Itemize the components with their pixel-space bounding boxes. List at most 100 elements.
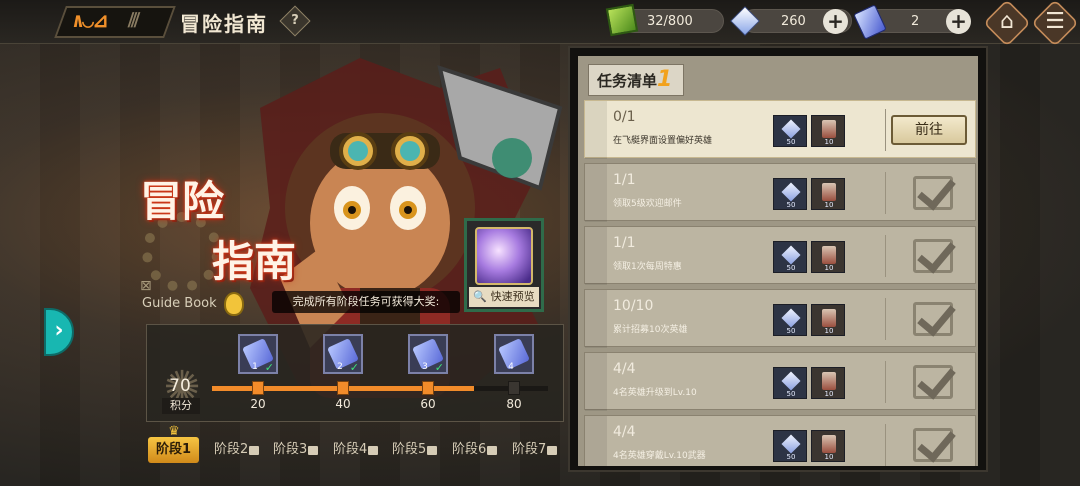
stage-tab-4[interactable]: 阶段4 — [333, 437, 379, 463]
task-description: 在飞艇界面设置偏好英雄 — [613, 136, 713, 146]
crystal-icon — [781, 308, 801, 328]
task-row-emblem — [585, 416, 607, 466]
task-description: 4名英雄穿戴Lv.10武器 — [613, 451, 706, 461]
claimed-check-icon: ✓ — [434, 361, 444, 374]
stage-tab-2[interactable]: 阶段2 — [214, 437, 260, 463]
grand-reward-note: 完成所有阶段任务可获得大奖: — [272, 291, 460, 313]
stage-tab-6[interactable]: 阶段6 — [452, 437, 498, 463]
task-progress: 4/4 — [613, 361, 636, 377]
task-progress: 4/4 — [613, 424, 636, 440]
stage-tab-label: 阶段3 — [273, 442, 308, 457]
reward-scroll-slot[interactable]: 10 — [811, 115, 845, 147]
reward-count: 10 — [824, 453, 834, 461]
row-divider — [885, 235, 886, 277]
add-ticket-button[interactable]: + — [946, 9, 971, 34]
milestone-reward[interactable]: 2 ✓ — [323, 334, 363, 374]
reward-crystal-slot[interactable]: 50 — [773, 178, 807, 210]
reward-count: 10 — [824, 327, 834, 335]
stage-tab-label: 阶段2 — [214, 442, 249, 457]
stage-tab-3[interactable]: 阶段3 — [273, 437, 319, 463]
menu-icon: ☰ — [1045, 9, 1065, 34]
reward-count: 50 — [786, 327, 796, 335]
reward-count: 50 — [786, 138, 796, 146]
task-progress: 10/10 — [613, 298, 654, 314]
help-button[interactable]: ? — [279, 5, 311, 37]
crystal-value: 260 — [781, 14, 806, 29]
stage-tab-label: 阶段5 — [392, 442, 427, 457]
row-divider — [885, 361, 886, 403]
page-title: 冒险指南 — [180, 12, 268, 36]
milestone-label: 60 — [420, 397, 436, 411]
lock-icon — [249, 446, 260, 455]
reward-scroll-slot[interactable]: 10 — [811, 430, 845, 462]
lock-icon — [547, 446, 558, 455]
add-crystal-button[interactable]: + — [823, 9, 848, 34]
reward-count: 50 — [786, 453, 796, 461]
completed-check-icon — [913, 176, 953, 210]
milestone-reward[interactable]: 1 ✓ — [238, 334, 278, 374]
task-progress: 0/1 — [613, 109, 636, 125]
milestone-label: 20 — [250, 397, 266, 411]
scroll-icon — [822, 372, 836, 390]
scroll-icon — [822, 246, 836, 264]
home-button[interactable]: ⌂ — [986, 2, 1028, 44]
task-description: 领取1次每周特惠 — [613, 262, 682, 272]
guide-big-title-line1: 冒险 — [140, 177, 225, 226]
task-row-emblem — [585, 227, 607, 285]
reward-crystal-slot[interactable]: 50 — [773, 367, 807, 399]
reward-crystal-slot[interactable]: 50 — [773, 304, 807, 336]
reward-scroll-slot[interactable]: 10 — [811, 367, 845, 399]
scroll-icon — [822, 120, 836, 138]
logo-icon: ∧◡⊿ — [72, 8, 109, 32]
stage-tab-label: 阶段1 — [156, 442, 192, 457]
reward-crystal-slot[interactable]: 50 — [773, 115, 807, 147]
stage-tab-1[interactable]: 阶段1 — [148, 437, 200, 463]
task-row: 10/10 累计招募10次英雄 50 10 — [584, 289, 976, 348]
lock-icon — [368, 446, 379, 455]
reward-crystal-slot[interactable]: 50 — [773, 241, 807, 273]
milestone-reward[interactable]: 4 — [494, 334, 534, 374]
reward-count: 50 — [786, 201, 796, 209]
completed-check-icon — [913, 365, 953, 399]
scroll-icon — [822, 183, 836, 201]
claimed-check-icon: ✓ — [264, 361, 274, 374]
task-progress: 1/1 — [613, 172, 636, 188]
goto-button[interactable]: 前往 — [891, 115, 967, 145]
scroll-icon — [822, 309, 836, 327]
task-progress: 1/1 — [613, 235, 636, 251]
task-row-emblem — [585, 101, 607, 159]
stage-tab-label: 阶段4 — [333, 442, 368, 457]
task-row-emblem — [585, 290, 607, 348]
crystal-icon — [781, 434, 801, 454]
help-icon: ? — [291, 13, 299, 28]
guide-big-title-line2: 指南 — [212, 237, 297, 286]
reward-crystal-slot[interactable]: 50 — [773, 430, 807, 462]
stage-tab-5[interactable]: 阶段5 — [392, 437, 438, 463]
task-row-emblem — [585, 353, 607, 411]
logo-icon-secondary: ⫻ — [128, 8, 140, 32]
task-list-panel: 任务清单1 0/1 在飞艇界面设置偏好英雄 50 10 前往 1/1 领取5级欢迎邮件 50 1… — [568, 46, 988, 472]
stage-tab-7[interactable]: 阶段7 — [512, 437, 558, 463]
crown-icon: ♛ — [168, 424, 180, 439]
reward-scroll-slot[interactable]: 10 — [811, 178, 845, 210]
crystal-icon — [781, 119, 801, 139]
milestone-reward[interactable]: 3 ✓ — [408, 334, 448, 374]
stamina-value: 32/800 — [647, 14, 693, 29]
crystal-icon — [781, 245, 801, 265]
chevron-right-icon: › — [54, 318, 64, 343]
task-row: 0/1 在飞艇界面设置偏好英雄 50 10 前往 — [584, 100, 976, 159]
quick-preview-button[interactable]: 🔍 快速预览 — [469, 287, 539, 307]
grand-reward-card[interactable]: 🔍 快速预览 — [464, 218, 544, 312]
completed-check-icon — [913, 302, 953, 336]
stamina-cube-icon — [605, 3, 639, 37]
reward-scroll-slot[interactable]: 10 — [811, 304, 845, 336]
reward-count: 10 — [824, 138, 834, 146]
completed-check-icon — [913, 428, 953, 462]
reward-scroll-slot[interactable]: 10 — [811, 241, 845, 273]
menu-button[interactable]: ☰ — [1034, 2, 1076, 44]
task-description: 领取5级欢迎邮件 — [613, 199, 682, 209]
token-icon — [224, 292, 244, 316]
book-icon: ⊠ — [140, 278, 152, 294]
completed-check-icon — [913, 239, 953, 273]
milestone-node — [337, 381, 349, 395]
